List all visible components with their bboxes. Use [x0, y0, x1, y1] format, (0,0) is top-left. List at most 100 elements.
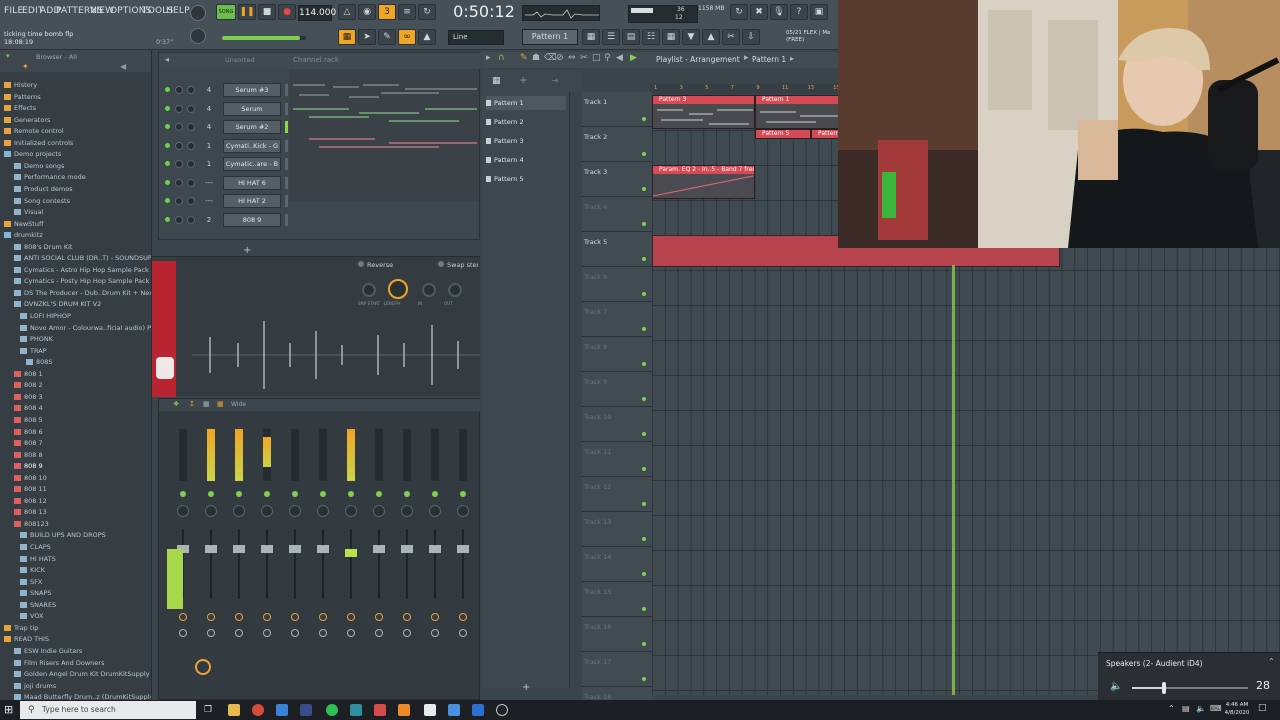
browser-item[interactable]: 808 9	[0, 461, 151, 472]
track-header[interactable]: Track 14	[582, 547, 652, 582]
mixer-fx-icon[interactable]	[291, 629, 299, 637]
mixer-send-icon[interactable]	[207, 613, 215, 621]
master-volume-knob[interactable]	[190, 5, 206, 21]
select-tool-icon[interactable]: □	[592, 53, 601, 63]
reverse-toggle[interactable]: Reverse	[358, 261, 393, 269]
browser-item[interactable]: 808 5	[0, 415, 151, 426]
online-button[interactable]: ↻	[730, 4, 748, 20]
channel-select-indicator[interactable]	[285, 121, 288, 133]
track-mute-led[interactable]	[642, 257, 646, 261]
browser-item[interactable]: VOX	[0, 611, 151, 622]
browser-item[interactable]: LOFI HIPHOP	[0, 311, 151, 322]
track-header[interactable]: Track 8	[582, 337, 652, 372]
browser-item[interactable]: 808 7	[0, 438, 151, 449]
track-header[interactable]: Track 17	[582, 652, 652, 687]
browser-item[interactable]: 808 11	[0, 484, 151, 495]
mixer-fader[interactable]	[457, 545, 469, 553]
track-header[interactable]: Track 12	[582, 477, 652, 512]
typing-keyboard-button[interactable]: ∞	[398, 29, 416, 45]
track-mute-led[interactable]	[642, 362, 646, 366]
chrome-icon[interactable]	[252, 704, 264, 716]
file-explorer-icon[interactable]	[228, 704, 240, 716]
tuner-button[interactable]: ▲	[702, 29, 720, 45]
taskbar-search[interactable]: ⚲ Type here to search	[20, 701, 196, 719]
mixer-send-icon[interactable]	[375, 613, 383, 621]
paint-tool-icon[interactable]: ☗	[532, 53, 540, 63]
mixer-fx-icon[interactable]	[431, 629, 439, 637]
track-header[interactable]: Track 3	[582, 162, 652, 197]
pattern-item[interactable]: Pattern 3	[486, 134, 566, 148]
browser-item[interactable]: ESW Indie Guitars	[0, 646, 151, 657]
pattern-item[interactable]: Pattern 4	[486, 153, 566, 167]
mixer-fader[interactable]	[233, 545, 245, 553]
browser-item[interactable]: 808 2	[0, 380, 151, 391]
mixer-strip[interactable]	[255, 413, 281, 699]
channel-volume-knob[interactable]	[187, 104, 195, 113]
pattern-select[interactable]: Pattern 1	[522, 29, 578, 45]
browser-item[interactable]: Performance mode	[0, 172, 151, 183]
clip-pattern-3[interactable]: Pattern 3	[652, 95, 755, 129]
browser-item[interactable]: Effects	[0, 103, 151, 114]
clip-pattern-1[interactable]: Pattern 1	[755, 95, 841, 129]
mixer-strip[interactable]	[451, 413, 477, 699]
cut-button[interactable]: ✂	[722, 29, 740, 45]
volume-slider[interactable]	[1132, 682, 1248, 694]
channel-volume-knob[interactable]	[187, 160, 195, 168]
browser-item[interactable]: Cymatics - Astro Hip Hop Sample Pack	[0, 265, 151, 276]
playlist-options-icon[interactable]: ▸	[486, 53, 491, 63]
track-mute-led[interactable]	[642, 397, 646, 401]
mixer-led[interactable]	[320, 491, 326, 497]
channel-row[interactable]: 2 808 9	[163, 212, 288, 228]
menu-help[interactable]: HELP	[166, 6, 190, 16]
notification-icon[interactable]: □	[1258, 703, 1267, 713]
track-header[interactable]: Track 9	[582, 372, 652, 407]
track-header[interactable]: Track 10	[582, 407, 652, 442]
browser-item[interactable]: Song contests	[0, 196, 151, 207]
mixer-send-icon[interactable]	[459, 613, 467, 621]
countdown-button[interactable]: 3	[378, 4, 396, 20]
mixer-pan-knob[interactable]	[289, 505, 301, 517]
channel-row[interactable]: 1 Cymati..Kick - G	[163, 138, 288, 154]
channel-row[interactable]: 4 Serum	[163, 101, 288, 117]
mixer-fx-icon[interactable]	[207, 629, 215, 637]
playlist-play-icon[interactable]: ▶	[630, 53, 637, 63]
mixer-fx-icon[interactable]	[375, 629, 383, 637]
browser-view-button[interactable]: ▤	[622, 29, 640, 45]
mixer-led[interactable]	[208, 491, 214, 497]
browser-collapse-icon[interactable]: ◀	[120, 62, 126, 71]
pattern-picker-icon[interactable]: ▦	[492, 76, 501, 86]
browser-item[interactable]: 808 1	[0, 369, 151, 380]
pattern-item[interactable]: Pattern 1	[486, 96, 566, 110]
mixer-fader[interactable]	[289, 545, 301, 553]
channel-row[interactable]: 4 Serum #3	[163, 82, 288, 98]
browser-item[interactable]: 808 4	[0, 403, 151, 414]
mixer-led[interactable]	[460, 491, 466, 497]
stamp-button[interactable]: ▲	[418, 29, 436, 45]
playback-tool-icon[interactable]: ◀	[616, 53, 623, 63]
track-mute-led[interactable]	[642, 642, 646, 646]
browser-item[interactable]: 808 6	[0, 427, 151, 438]
mixer-layout-icon[interactable]: ▦	[217, 400, 224, 408]
browser-item[interactable]: READ THIS	[0, 634, 151, 645]
pattern-mode-button[interactable]: ▦	[338, 29, 356, 45]
mixer-master-knob[interactable]	[195, 659, 211, 675]
mixer-pan-knob[interactable]	[205, 505, 217, 517]
channel-volume-knob[interactable]	[187, 141, 195, 150]
browser-options-icon[interactable]: ▾	[6, 52, 10, 60]
browser-item[interactable]: Golden Angel Drum Kit DrumKitSupply	[0, 669, 151, 680]
mixer-led[interactable]	[236, 491, 242, 497]
stop-button[interactable]: ■	[258, 4, 276, 20]
track-mute-led[interactable]	[642, 677, 646, 681]
browser-item[interactable]: joji drums	[0, 681, 151, 692]
app-icon-4[interactable]	[374, 704, 386, 716]
channel-select-indicator[interactable]	[285, 158, 288, 170]
browser-item[interactable]: Cymatics - Posty Hip Hop Sample Pack	[0, 276, 151, 287]
mixer-send-icon[interactable]	[179, 613, 187, 621]
app-icon-5[interactable]	[448, 704, 460, 716]
mixer-fx-icon[interactable]	[319, 629, 327, 637]
wait-for-input-button[interactable]: ◉	[358, 4, 376, 20]
browser-item[interactable]: Film Risers And Downers	[0, 658, 151, 669]
sampler-knob[interactable]	[448, 283, 462, 297]
channel-volume-knob[interactable]	[187, 178, 195, 187]
clip-pattern-5b[interactable]: Pattern	[811, 129, 841, 139]
